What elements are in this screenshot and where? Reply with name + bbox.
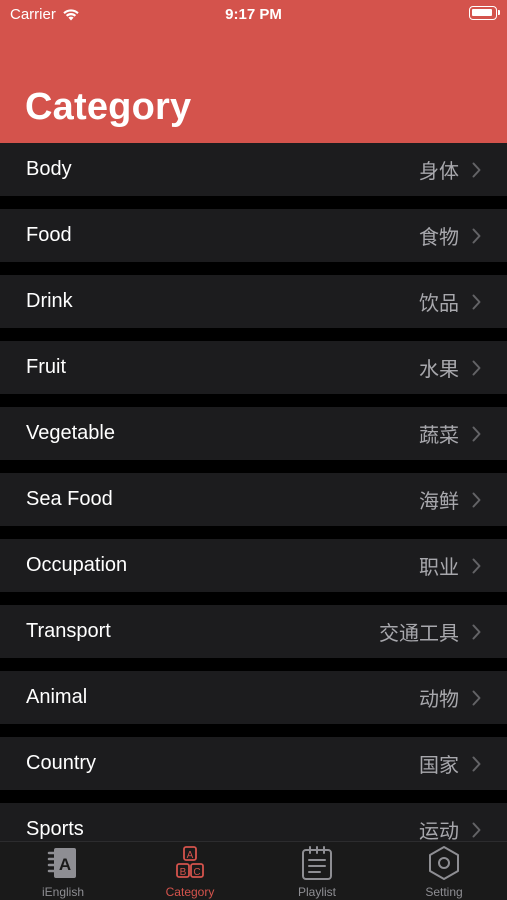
tab-label: Category — [165, 885, 215, 899]
svg-text:C: C — [193, 867, 200, 878]
category-label: Transport — [26, 620, 111, 642]
category-chinese-label: 食物 — [419, 227, 459, 249]
category-row-fruit[interactable]: Fruit 水果 — [0, 341, 507, 394]
svg-text:A: A — [187, 850, 194, 861]
category-label: Country — [26, 752, 97, 774]
chevron-right-icon — [472, 294, 481, 310]
category-row-food[interactable]: Food 食物 — [0, 209, 507, 262]
battery-icon — [469, 6, 500, 20]
category-chinese-label: 交通工具 — [379, 623, 459, 645]
navigation-header: Carrier 9:17 PM Category — [0, 0, 507, 143]
category-label: Body — [26, 158, 72, 180]
status-time: 9:17 PM — [225, 6, 282, 23]
category-label: Fruit — [26, 356, 66, 378]
category-row-sea-food[interactable]: Sea Food 海鲜 — [0, 473, 507, 526]
chevron-right-icon — [472, 624, 481, 640]
category-row-sports[interactable]: Sports 运动 — [0, 803, 507, 841]
category-chinese-label: 海鲜 — [419, 491, 459, 513]
chevron-right-icon — [472, 558, 481, 574]
hexagon-gear-icon — [427, 845, 461, 881]
category-label: Sea Food — [26, 488, 113, 510]
category-label: Sports — [26, 818, 84, 840]
status-bar: Carrier 9:17 PM — [0, 0, 507, 30]
page-title: Category — [25, 86, 192, 128]
chevron-right-icon — [472, 360, 481, 376]
category-row-body[interactable]: Body 身体 — [0, 143, 507, 196]
category-chinese-label: 蔬菜 — [419, 425, 459, 447]
svg-text:A: A — [59, 855, 71, 874]
chevron-right-icon — [472, 162, 481, 178]
tab-setting[interactable]: Setting — [381, 842, 507, 900]
tab-label: Setting — [425, 885, 463, 899]
tab-label: iEnglish — [41, 885, 85, 899]
category-label: Vegetable — [26, 422, 115, 444]
notepad-icon — [300, 845, 334, 881]
category-row-animal[interactable]: Animal 动物 — [0, 671, 507, 724]
chevron-right-icon — [472, 822, 481, 838]
abc-blocks-icon: A B C — [173, 845, 207, 881]
category-chinese-label: 国家 — [419, 755, 459, 777]
category-chinese-label: 水果 — [419, 359, 459, 381]
category-label: Food — [26, 224, 72, 246]
tab-category[interactable]: A B C Category — [127, 842, 253, 900]
chevron-right-icon — [472, 690, 481, 706]
category-chinese-label: 身体 — [419, 161, 459, 183]
category-row-drink[interactable]: Drink 饮品 — [0, 275, 507, 328]
tab-playlist[interactable]: Playlist — [254, 842, 380, 900]
chevron-right-icon — [472, 426, 481, 442]
category-label: Animal — [26, 686, 88, 708]
category-chinese-label: 运动 — [419, 821, 459, 841]
category-label: Occupation — [26, 554, 128, 576]
category-row-occupation[interactable]: Occupation 职业 — [0, 539, 507, 592]
chevron-right-icon — [472, 756, 481, 772]
category-chinese-label: 饮品 — [419, 293, 459, 315]
chevron-right-icon — [472, 492, 481, 508]
category-row-vegetable[interactable]: Vegetable 蔬菜 — [0, 407, 507, 460]
category-chinese-label: 动物 — [419, 689, 459, 711]
category-chinese-label: 职业 — [419, 557, 459, 579]
category-row-transport[interactable]: Transport 交通工具 — [0, 605, 507, 658]
chevron-right-icon — [472, 228, 481, 244]
english-book-icon: A — [46, 845, 80, 881]
tab-bar: A iEnglish A B C Category Playlist Setti… — [0, 841, 507, 900]
category-label: Drink — [26, 290, 73, 312]
tab-label: Playlist — [297, 885, 336, 899]
category-row-country[interactable]: Country 国家 — [0, 737, 507, 790]
category-list[interactable]: Body 身体 Food 食物 Drink 饮品 Fruit 水果 Vegeta… — [0, 143, 507, 841]
tab-iEnglish[interactable]: A iEnglish — [0, 842, 126, 900]
svg-text:B: B — [180, 867, 187, 878]
